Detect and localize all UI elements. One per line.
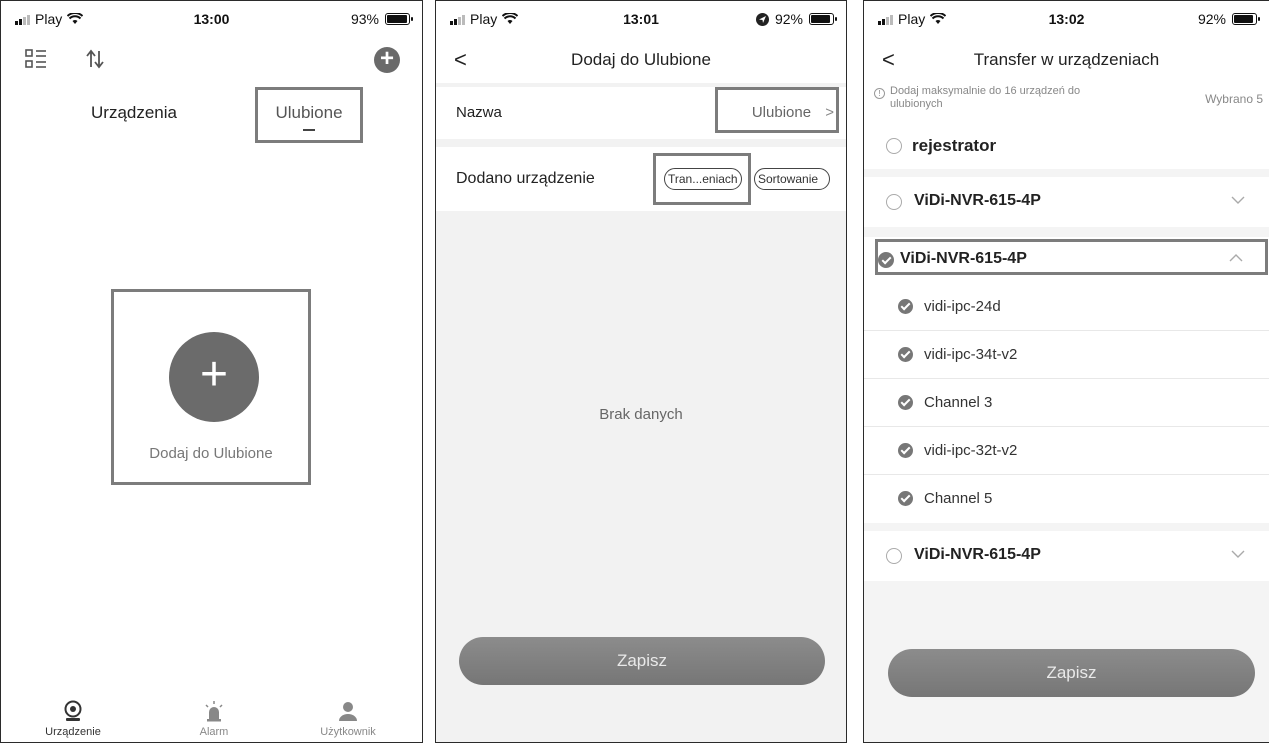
name-label: Nazwa bbox=[456, 104, 502, 121]
channel-name: Channel 5 bbox=[924, 490, 993, 507]
status-bar: Play 13:02 92% bbox=[864, 1, 1269, 37]
bottom-nav: Urządzenie Alarm Użytkownik bbox=[1, 692, 422, 742]
radio-checked[interactable] bbox=[898, 443, 913, 458]
battery-icon bbox=[1232, 13, 1260, 25]
battery-level bbox=[811, 15, 831, 23]
device-name: ViDi-NVR-615-4P bbox=[914, 546, 1041, 563]
channel-row[interactable]: Channel 5 bbox=[864, 475, 1269, 523]
nav-bar: < Dodaj do Ulubione bbox=[436, 37, 846, 83]
camera-icon bbox=[64, 700, 82, 721]
add-device-button[interactable]: + bbox=[374, 47, 400, 73]
sort-pill-button[interactable]: Sortowanie bbox=[754, 168, 830, 190]
highlight-box bbox=[715, 87, 839, 133]
channel-name: vidi-ipc-32t-v2 bbox=[924, 442, 1018, 459]
battery-percent: 92% bbox=[1197, 11, 1226, 27]
radio-checked[interactable] bbox=[898, 491, 913, 506]
battery-level bbox=[1234, 15, 1254, 23]
channel-name: Channel 3 bbox=[924, 394, 993, 411]
empty-state-text: Brak danych bbox=[599, 406, 683, 423]
highlight-box bbox=[875, 239, 1268, 275]
battery-level bbox=[387, 15, 407, 23]
location-icon bbox=[755, 12, 769, 26]
channel-row[interactable]: vidi-ipc-32t-v2 bbox=[864, 427, 1269, 475]
user-icon bbox=[339, 702, 357, 721]
highlight-box bbox=[111, 289, 311, 485]
radio-checked[interactable] bbox=[898, 299, 913, 314]
nav-device[interactable]: Urządzenie bbox=[18, 700, 128, 738]
channel-row[interactable]: Channel 3 bbox=[864, 379, 1269, 427]
added-label: Dodano urządzenie bbox=[456, 170, 595, 187]
channel-row[interactable]: vidi-ipc-24d bbox=[864, 283, 1269, 331]
sort-icon[interactable] bbox=[85, 49, 105, 69]
nav-alarm[interactable]: Alarm bbox=[159, 700, 269, 738]
highlight-box bbox=[255, 87, 363, 143]
radio-unchecked[interactable] bbox=[886, 138, 902, 154]
radio-unchecked[interactable] bbox=[886, 548, 902, 564]
channel-name: vidi-ipc-24d bbox=[924, 298, 1001, 315]
battery-icon bbox=[809, 13, 837, 25]
selected-count: Wybrano 5 bbox=[1205, 92, 1263, 106]
nav-user[interactable]: Użytkownik bbox=[293, 700, 403, 738]
limit-hint-text: Dodaj maksymalnie do 16 urządzeń do ulub… bbox=[890, 85, 1081, 110]
added-devices-row: Dodano urządzenie Tran...eniach Sortowan… bbox=[436, 147, 846, 211]
device-row[interactable]: ViDi-NVR-615-4P bbox=[864, 177, 1269, 227]
add-favorite-screen: Play 13:01 92% < Dodaj do Ulubione Nazwa… bbox=[435, 0, 847, 743]
chevron-down-icon[interactable] bbox=[1231, 550, 1245, 558]
status-bar: Play 13:01 92% bbox=[436, 1, 846, 37]
page-title: Dodaj do Ulubione bbox=[571, 50, 711, 69]
battery-percent: 92% bbox=[774, 11, 803, 27]
limit-hint: ! Dodaj maksymalnie do 16 urządzeń do ul… bbox=[864, 83, 1269, 121]
battery-percent: 93% bbox=[350, 11, 379, 27]
alarm-icon bbox=[205, 701, 223, 722]
radio-checked[interactable] bbox=[898, 347, 913, 362]
tab-devices[interactable]: Urządzenia bbox=[91, 103, 177, 123]
device-name: rejestrator bbox=[912, 136, 997, 155]
highlight-box bbox=[653, 153, 751, 205]
device-row[interactable]: ViDi-NVR-615-4P bbox=[864, 531, 1269, 581]
channel-name: vidi-ipc-34t-v2 bbox=[924, 346, 1018, 363]
save-button[interactable]: Zapisz bbox=[888, 649, 1255, 697]
nav-device-label: Urządzenie bbox=[45, 726, 101, 738]
channel-row[interactable]: vidi-ipc-34t-v2 bbox=[864, 331, 1269, 379]
radio-checked[interactable] bbox=[898, 395, 913, 410]
favorites-screen: Play 13:00 93% + Urządzenia Ulubione + D… bbox=[0, 0, 423, 743]
status-bar: Play 13:00 93% bbox=[1, 1, 422, 37]
nav-user-label: Użytkownik bbox=[320, 726, 376, 738]
save-button[interactable]: Zapisz bbox=[459, 637, 825, 685]
list-view-icon[interactable] bbox=[25, 49, 47, 69]
device-row[interactable]: rejestrator bbox=[864, 121, 1269, 169]
info-icon: ! bbox=[874, 88, 885, 99]
nav-alarm-label: Alarm bbox=[199, 726, 229, 738]
radio-unchecked[interactable] bbox=[886, 194, 902, 210]
nav-bar: < Transfer w urządzeniach bbox=[864, 37, 1269, 83]
transfer-devices-screen: Play 13:02 92% < Transfer w urządzeniach… bbox=[863, 0, 1269, 743]
page-title: Transfer w urządzeniach bbox=[973, 50, 1160, 69]
device-name: ViDi-NVR-615-4P bbox=[914, 192, 1041, 209]
battery-icon bbox=[385, 13, 413, 25]
chevron-down-icon[interactable] bbox=[1231, 196, 1245, 204]
